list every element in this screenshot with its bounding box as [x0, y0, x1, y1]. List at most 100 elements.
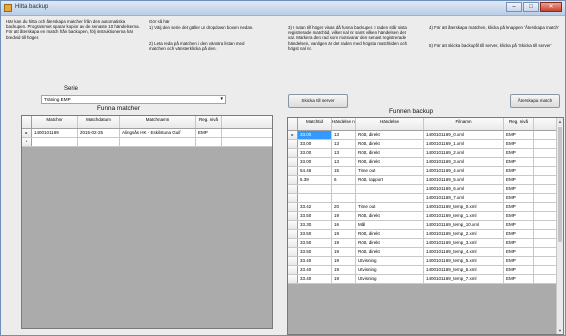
backups-cell[interactable]: Mål [356, 221, 424, 229]
row-indicator[interactable] [288, 266, 298, 274]
row-indicator[interactable] [288, 275, 298, 283]
backups-cell[interactable]: Rött, rapport [356, 176, 424, 184]
matches-cell[interactable]: Alingsås HK - Eskilstuna Guif [120, 129, 196, 137]
backups-cell[interactable]: 1400101169_6.xml [424, 185, 504, 193]
backups-cell[interactable]: EMP [504, 140, 534, 148]
backups-cell[interactable]: 33.00 [298, 140, 332, 148]
backups-cell[interactable]: 1400101169_temp_1.xml [424, 212, 504, 220]
backups-cell[interactable]: 33.30 [298, 221, 332, 229]
matches-row[interactable]: * [22, 138, 272, 147]
backups-cell[interactable]: 1400101169_temp_3.xml [424, 239, 504, 247]
backups-column-header[interactable]: Matchtid [298, 118, 332, 130]
chevron-down-icon[interactable]: ▾ [220, 96, 223, 103]
backups-cell[interactable]: 6 [332, 176, 356, 184]
backups-column-header[interactable]: Händelse nr [332, 118, 356, 130]
backups-cell[interactable]: 20 [332, 203, 356, 211]
scroll-down-icon[interactable]: ▼ [557, 327, 563, 334]
row-indicator[interactable] [288, 185, 298, 193]
row-indicator[interactable] [288, 149, 298, 157]
backups-row[interactable]: 33.50 19 Rött, direkt 1400101169_temp_2.xml… [288, 230, 556, 239]
row-indicator[interactable] [288, 221, 298, 229]
backups-cell[interactable] [332, 194, 356, 202]
row-indicator[interactable] [288, 176, 298, 184]
backups-cell[interactable]: 19 [332, 212, 356, 220]
backups-cell[interactable]: 19 [332, 257, 356, 265]
backups-cell[interactable]: 19 [332, 248, 356, 256]
title-bar[interactable]: Hitta backup – □ ✕ [1, 1, 565, 16]
backups-row[interactable]: 33.50 19 Rött, direkt 1400101169_temp_3.xml… [288, 239, 556, 248]
matches-column-header[interactable]: Matchnr [32, 116, 78, 128]
backups-row[interactable]: 33.00 13 Rött, direkt 1400101169_3.xml EMP [288, 158, 556, 167]
backups-grid[interactable]: Matchtid Händelse nr Händelse Filnamn Reg. n… [287, 117, 564, 335]
row-indicator[interactable]: ▸ [288, 131, 298, 139]
backups-cell[interactable]: Utvisning [356, 257, 424, 265]
backups-cell[interactable]: 1400101169_temp_7.xml [424, 275, 504, 283]
backups-cell[interactable]: 33.40 [298, 275, 332, 283]
backups-cell[interactable] [332, 185, 356, 193]
backups-cell[interactable]: Rött, direkt [356, 230, 424, 238]
matches-cell[interactable] [32, 138, 78, 146]
backups-cell[interactable]: EMP [504, 266, 534, 274]
backups-cell[interactable]: EMP [504, 239, 534, 247]
backups-cell[interactable]: EMP [504, 185, 534, 193]
backups-cell[interactable]: 33.40 [298, 266, 332, 274]
backups-cell[interactable]: Utvisning [356, 266, 424, 274]
matches-cell[interactable]: 2015-02-25 [78, 129, 120, 137]
backups-cell[interactable]: Rött, direkt [356, 239, 424, 247]
scroll-up-icon[interactable]: ▲ [557, 118, 563, 125]
backups-cell[interactable]: 19 [332, 266, 356, 274]
backups-row[interactable]: 33.50 19 Rött, direkt 1400101169_temp_1.xml… [288, 212, 556, 221]
backups-cell[interactable]: EMP [504, 131, 534, 139]
backups-cell[interactable] [356, 194, 424, 202]
close-button[interactable]: ✕ [540, 2, 562, 12]
matches-cell[interactable] [196, 138, 222, 146]
backups-row[interactable]: 5.39 6 Rött, rapport 1400101169_5.xml EMP [288, 176, 556, 185]
maximize-button[interactable]: □ [523, 2, 539, 12]
backups-cell[interactable]: 33.50 [298, 248, 332, 256]
backups-cell[interactable]: 1400101169_4.xml [424, 167, 504, 175]
serie-dropdown[interactable]: Träning EMP ▾ [41, 95, 226, 104]
matches-column-header[interactable]: Matchdatum [78, 116, 120, 128]
send-to-server-button[interactable]: Skicka till server [288, 94, 348, 108]
backups-cell[interactable]: 1400101169_temp_10.xml [424, 221, 504, 229]
vertical-scrollbar[interactable]: ▲ ▼ [556, 118, 563, 334]
backups-column-header[interactable]: Filnamn [424, 118, 504, 130]
backups-cell[interactable]: 1400101169_1.xml [424, 140, 504, 148]
backups-row[interactable]: 33.42 20 Time out 1400101169_temp_0.xml EMP [288, 203, 556, 212]
backups-cell[interactable]: Time out [356, 167, 424, 175]
backups-cell[interactable] [298, 194, 332, 202]
matches-row[interactable]: ▸ 1400101169 2015-02-25 Alingsås HK - Eskil… [22, 129, 272, 138]
backups-cell[interactable]: 33.00 [298, 149, 332, 157]
row-indicator[interactable] [288, 167, 298, 175]
backups-cell[interactable]: 1400101169_temp_6.xml [424, 266, 504, 274]
row-indicator[interactable] [288, 212, 298, 220]
backups-row[interactable]: 33.40 19 Utvisning 1400101169_temp_5.xml EMP [288, 257, 556, 266]
backups-cell[interactable]: 1400101169_5.xml [424, 176, 504, 184]
backups-row[interactable]: ▸ 33.00 13 Rött, direkt 1400101169_0.xml EMP [288, 131, 556, 140]
scrollbar-thumb[interactable] [558, 127, 562, 242]
backups-cell[interactable] [298, 185, 332, 193]
matches-grid[interactable]: Matchnr Matchdatum Matchnamn Reg. nivå ▸ 1400… [21, 115, 273, 329]
backups-row[interactable]: 33.50 19 Rött, direkt 1400101169_temp_4.xml… [288, 248, 556, 257]
backups-cell[interactable]: 1400101169_temp_2.xml [424, 230, 504, 238]
backups-cell[interactable]: EMP [504, 158, 534, 166]
row-indicator[interactable] [288, 158, 298, 166]
backups-row[interactable]: 54.46 15 Time out 1400101169_4.xml EMP [288, 167, 556, 176]
backups-cell[interactable]: 1400101169_temp_5.xml [424, 257, 504, 265]
backups-cell[interactable]: 19 [332, 230, 356, 238]
matches-cell[interactable] [120, 138, 196, 146]
backups-row[interactable]: 33.40 19 Utvisning 1400101169_temp_6.xml EMP [288, 266, 556, 275]
backups-cell[interactable]: 13 [332, 158, 356, 166]
backups-cell[interactable]: Time out [356, 203, 424, 211]
restore-match-button[interactable]: Återskapa match [510, 94, 560, 108]
row-indicator[interactable] [288, 140, 298, 148]
matches-column-header[interactable]: Matchnamn [120, 116, 196, 128]
matches-cell[interactable] [78, 138, 120, 146]
minimize-button[interactable]: – [506, 2, 522, 12]
backups-row[interactable]: 33.40 19 Utvisning 1400101169_temp_7.xml EMP [288, 275, 556, 284]
backups-cell[interactable]: 13 [332, 149, 356, 157]
backups-cell[interactable]: 33.50 [298, 230, 332, 238]
backups-cell[interactable]: 19 [332, 239, 356, 247]
backups-cell[interactable]: Rött, direkt [356, 248, 424, 256]
row-indicator[interactable]: * [22, 138, 32, 146]
